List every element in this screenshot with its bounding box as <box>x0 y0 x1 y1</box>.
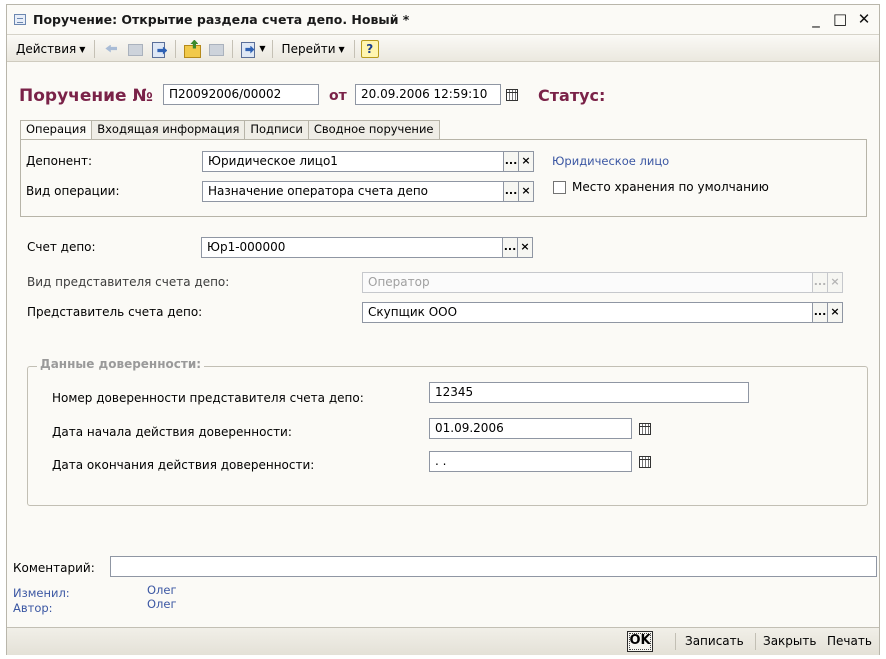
goto-menu[interactable]: Перейти ▼ <box>277 40 350 58</box>
actions-menu[interactable]: Действия ▼ <box>11 40 90 58</box>
tab-summary-order[interactable]: Сводное поручение <box>307 120 440 139</box>
proxy-start-date-input[interactable]: 01.09.2006 <box>429 418 632 439</box>
operation-type-label: Вид операции: <box>26 184 120 198</box>
calendar-icon[interactable] <box>636 452 652 471</box>
order-date-input[interactable]: 20.09.2006 12:59:10 <box>355 84 501 105</box>
close-form-button[interactable]: Закрыть <box>763 634 816 648</box>
chevron-down-icon[interactable]: ▼ <box>259 44 265 53</box>
proxy-data-title: Данные доверенности: <box>37 357 205 371</box>
disabled-folder-icon[interactable] <box>206 39 226 59</box>
operation-type-pick-button[interactable]: ... <box>503 181 519 202</box>
changed-by-value: Олег <box>147 583 177 597</box>
actions-menu-label: Действия <box>16 41 77 56</box>
proxy-end-date-label: Дата окончания действия доверенности: <box>52 458 315 472</box>
toolbar: Действия ▼ ▼ Перейти ▼ ? <box>7 36 879 62</box>
command-separator <box>675 633 676 650</box>
proxy-number-label: Номер доверенности представителя счета д… <box>52 391 364 405</box>
author-value: Олег <box>147 597 177 611</box>
command-bar: OK Записать Закрыть Печать <box>7 627 879 655</box>
print-button[interactable]: Печать <box>827 634 872 648</box>
toolbar-separator <box>353 39 355 58</box>
deponent-clear-button[interactable]: × <box>518 151 534 172</box>
deponent-type-link[interactable]: Юридическое лицо <box>552 154 669 168</box>
save-button[interactable]: Записать <box>685 634 744 648</box>
operation-tab-panel: Депонент: Юридическое лицо1 ... × Юридич… <box>20 139 867 217</box>
disabled-doc-icon[interactable] <box>125 39 145 59</box>
depo-account-clear-button[interactable]: × <box>517 237 533 258</box>
maximize-button[interactable]: □ <box>833 10 847 28</box>
order-number-label: Поручение № <box>19 86 153 106</box>
proxy-end-date-input[interactable]: . . <box>429 451 632 472</box>
operation-type-clear-button[interactable]: × <box>518 181 534 202</box>
folder-up-icon[interactable] <box>182 39 202 59</box>
post-document-icon[interactable] <box>149 39 169 59</box>
representative-pick-button[interactable]: ... <box>812 302 828 323</box>
title-bar: Поручение: Открытие раздела счета депо. … <box>7 5 879 35</box>
toolbar-separator <box>232 39 234 58</box>
order-date-label: от <box>329 88 347 104</box>
help-button[interactable]: ? <box>360 39 379 58</box>
proxy-start-date-label: Дата начала действия доверенности: <box>52 425 292 439</box>
back-arrow-icon[interactable] <box>101 39 121 59</box>
default-storage-label: Место хранения по умолчанию <box>572 180 769 194</box>
depo-account-input[interactable]: Юр1-000000 <box>201 237 503 258</box>
window-controls: _ □ ✕ <box>809 10 871 28</box>
deponent-pick-button[interactable]: ... <box>503 151 519 172</box>
tab-operation[interactable]: Операция <box>20 120 93 140</box>
toolbar-separator <box>94 39 96 58</box>
deponent-input[interactable]: Юридическое лицо1 <box>202 151 504 172</box>
tab-strip: Операция Входящая информация Подписи Сво… <box>20 120 440 140</box>
calendar-icon[interactable] <box>503 85 519 104</box>
representative-type-input: Оператор <box>362 272 813 293</box>
representative-label: Представитель счета депо: <box>27 305 203 319</box>
document-window: Поручение: Открытие раздела счета депо. … <box>6 4 880 655</box>
deponent-label: Депонент: <box>26 154 93 168</box>
window-title: Поручение: Открытие раздела счета депо. … <box>33 12 410 27</box>
comment-input[interactable] <box>110 556 877 577</box>
representative-type-pick-button: ... <box>812 272 828 293</box>
order-number-input[interactable]: П20092006/00002 <box>163 84 319 105</box>
representative-type-clear-button: × <box>827 272 843 293</box>
toolbar-separator <box>175 39 177 58</box>
changed-by-label: Изменил: <box>13 586 70 600</box>
ok-button[interactable]: OK <box>627 631 653 652</box>
create-based-on-icon[interactable] <box>239 39 259 59</box>
minimize-button[interactable]: _ <box>809 10 823 28</box>
calendar-icon[interactable] <box>636 419 652 438</box>
representative-input[interactable]: Скупщик ООО <box>362 302 813 323</box>
default-storage-checkbox[interactable] <box>553 181 566 194</box>
form-icon <box>14 14 26 25</box>
status-label: Статус: <box>538 86 606 105</box>
command-separator <box>755 633 756 650</box>
depo-account-pick-button[interactable]: ... <box>502 237 518 258</box>
tab-signatures[interactable]: Подписи <box>244 120 309 139</box>
representative-type-label: Вид представителя счета депо: <box>27 275 230 289</box>
chevron-down-icon: ▼ <box>338 44 345 54</box>
chevron-down-icon: ▼ <box>79 44 86 54</box>
proxy-number-input[interactable]: 12345 <box>429 382 749 403</box>
depo-account-label: Счет депо: <box>27 240 96 254</box>
comment-label: Коментарий: <box>13 561 95 575</box>
author-label: Автор: <box>13 601 53 615</box>
goto-menu-label: Перейти <box>281 41 336 56</box>
representative-clear-button[interactable]: × <box>827 302 843 323</box>
close-button[interactable]: ✕ <box>857 10 871 28</box>
toolbar-separator <box>271 39 273 58</box>
tab-incoming-info[interactable]: Входящая информация <box>91 120 246 139</box>
operation-type-input[interactable]: Назначение оператора счета депо <box>202 181 504 202</box>
